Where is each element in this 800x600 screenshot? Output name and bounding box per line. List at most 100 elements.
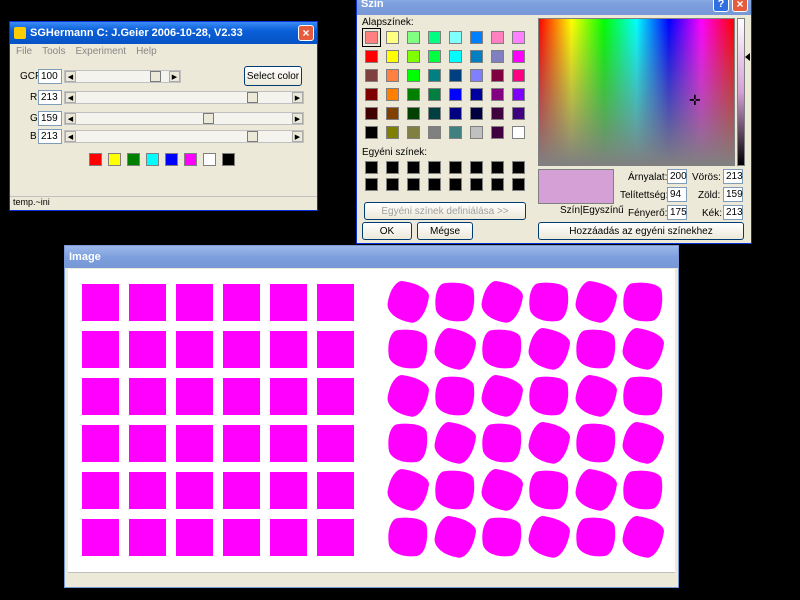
menu-item-tools[interactable]: Tools [42, 46, 65, 57]
basic-color-swatch[interactable] [512, 50, 525, 63]
custom-color-swatch[interactable] [512, 178, 525, 191]
sat-input[interactable]: 94 [667, 187, 687, 202]
image-titlebar[interactable]: Image [65, 246, 678, 268]
arrow-right-icon[interactable]: ▶ [292, 92, 303, 103]
luminance-bar[interactable] [737, 18, 745, 166]
select-color-button[interactable]: Select color [244, 66, 302, 86]
menu-item-experiment[interactable]: Experiment [75, 46, 126, 57]
basic-color-swatch[interactable] [470, 107, 483, 120]
custom-color-swatch[interactable] [449, 161, 462, 174]
custom-color-swatch[interactable] [512, 161, 525, 174]
color-swatch[interactable] [89, 153, 102, 166]
basic-color-swatch[interactable] [449, 88, 462, 101]
green-input[interactable]: 159 [723, 187, 743, 202]
basic-color-swatch[interactable] [470, 69, 483, 82]
basic-color-swatch[interactable] [470, 31, 483, 44]
arrow-right-icon[interactable]: ▶ [292, 113, 303, 124]
basic-color-swatch[interactable] [491, 107, 504, 120]
basic-color-swatch[interactable] [407, 88, 420, 101]
basic-color-swatch[interactable] [365, 126, 378, 139]
row-value-input[interactable]: 159 [38, 111, 62, 126]
add-to-custom-colors-button[interactable]: Hozzáadás az egyéni színekhez [538, 222, 744, 240]
luminance-arrow-icon[interactable] [745, 53, 750, 61]
basic-color-swatch[interactable] [407, 107, 420, 120]
row-value-input[interactable]: 213 [38, 90, 62, 105]
basic-color-swatch[interactable] [407, 126, 420, 139]
custom-color-swatch[interactable] [407, 161, 420, 174]
basic-color-swatch[interactable] [428, 31, 441, 44]
basic-color-swatch[interactable] [362, 28, 381, 47]
custom-color-swatch[interactable] [365, 178, 378, 191]
custom-color-swatch[interactable] [449, 178, 462, 191]
basic-color-swatch[interactable] [512, 126, 525, 139]
basic-color-swatch[interactable] [407, 69, 420, 82]
slider-thumb[interactable] [247, 131, 258, 142]
cancel-button[interactable]: Mégse [417, 222, 473, 240]
color-swatch[interactable] [165, 153, 178, 166]
color-dialog-titlebar[interactable]: Szín ? × [357, 0, 751, 15]
arrow-right-icon[interactable]: ▶ [169, 71, 180, 82]
row-value-input[interactable]: 100 [38, 69, 62, 84]
basic-color-swatch[interactable] [386, 126, 399, 139]
basic-color-swatch[interactable] [512, 88, 525, 101]
basic-color-swatch[interactable] [449, 126, 462, 139]
basic-color-swatch[interactable] [428, 107, 441, 120]
arrow-left-icon[interactable]: ◀ [65, 113, 76, 124]
custom-color-swatch[interactable] [428, 161, 441, 174]
basic-color-swatch[interactable] [491, 50, 504, 63]
custom-color-swatch[interactable] [407, 178, 420, 191]
basic-color-swatch[interactable] [365, 50, 378, 63]
basic-color-swatch[interactable] [407, 31, 420, 44]
basic-color-swatch[interactable] [407, 50, 420, 63]
basic-color-swatch[interactable] [386, 88, 399, 101]
basic-color-swatch[interactable] [449, 50, 462, 63]
basic-color-swatch[interactable] [449, 107, 462, 120]
row-slider[interactable]: ◀ ▶ [64, 112, 304, 125]
basic-color-swatch[interactable] [470, 50, 483, 63]
row-slider[interactable]: ◀ ▶ [64, 91, 304, 104]
color-swatch[interactable] [108, 153, 121, 166]
basic-color-swatch[interactable] [365, 88, 378, 101]
basic-color-swatch[interactable] [470, 126, 483, 139]
row-slider[interactable]: ◀ ▶ [64, 70, 181, 83]
color-swatch[interactable] [203, 153, 216, 166]
custom-color-swatch[interactable] [365, 161, 378, 174]
custom-color-swatch[interactable] [470, 178, 483, 191]
basic-color-swatch[interactable] [491, 88, 504, 101]
arrow-left-icon[interactable]: ◀ [65, 71, 76, 82]
arrow-left-icon[interactable]: ◀ [65, 92, 76, 103]
red-input[interactable]: 213 [723, 169, 743, 184]
color-swatch[interactable] [222, 153, 235, 166]
arrow-right-icon[interactable]: ▶ [292, 131, 303, 142]
color-swatch[interactable] [146, 153, 159, 166]
basic-color-swatch[interactable] [512, 69, 525, 82]
lum-input[interactable]: 175 [667, 205, 687, 220]
basic-color-swatch[interactable] [512, 107, 525, 120]
basic-color-swatch[interactable] [428, 126, 441, 139]
basic-color-swatch[interactable] [449, 31, 462, 44]
color-swatch[interactable] [127, 153, 140, 166]
basic-color-swatch[interactable] [449, 69, 462, 82]
basic-color-swatch[interactable] [386, 31, 399, 44]
close-button[interactable]: × [298, 25, 314, 41]
menu-item-file[interactable]: File [16, 46, 32, 57]
custom-color-swatch[interactable] [428, 178, 441, 191]
custom-color-swatch[interactable] [386, 178, 399, 191]
menu-item-help[interactable]: Help [136, 46, 157, 57]
slider-thumb[interactable] [150, 71, 161, 82]
custom-color-swatch[interactable] [386, 161, 399, 174]
color-spectrum[interactable]: ✛ [538, 18, 735, 166]
custom-color-swatch[interactable] [491, 161, 504, 174]
basic-color-swatch[interactable] [365, 107, 378, 120]
slider-thumb[interactable] [247, 92, 258, 103]
help-button[interactable]: ? [713, 0, 729, 12]
define-custom-colors-button[interactable]: Egyéni színek definiálása >> [364, 202, 526, 220]
color-swatch[interactable] [184, 153, 197, 166]
basic-color-swatch[interactable] [386, 50, 399, 63]
basic-color-swatch[interactable] [386, 69, 399, 82]
row-value-input[interactable]: 213 [38, 129, 62, 144]
basic-color-swatch[interactable] [512, 31, 525, 44]
dialog-close-button[interactable]: × [732, 0, 748, 12]
basic-color-swatch[interactable] [386, 107, 399, 120]
arrow-left-icon[interactable]: ◀ [65, 131, 76, 142]
